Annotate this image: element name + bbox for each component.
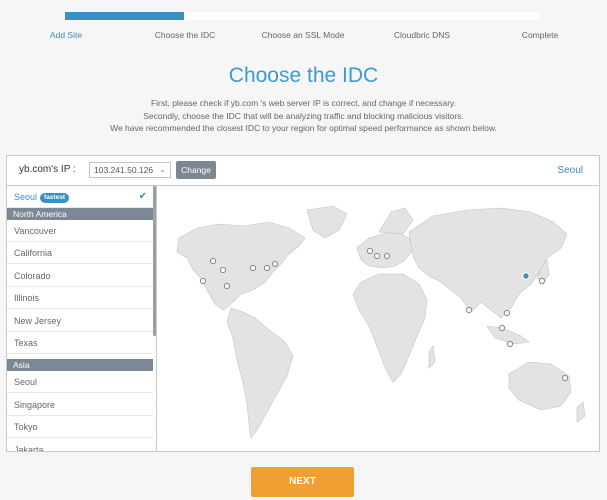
marker-vancouver bbox=[209, 257, 217, 265]
page-title: Choose the IDC bbox=[228, 64, 379, 87]
greenland-shape bbox=[306, 205, 348, 239]
list-item-tokyo[interactable]: Tokyo bbox=[7, 416, 153, 438]
list-item-new-jersey[interactable]: New Jersey bbox=[7, 310, 153, 332]
south-america-shape bbox=[226, 307, 294, 439]
marker-california bbox=[199, 277, 207, 285]
list-item-seoul[interactable]: Seoul bbox=[7, 371, 153, 393]
madagascar-shape bbox=[428, 345, 436, 369]
marker-hongkong bbox=[503, 309, 511, 317]
list-item-label: Seoul bbox=[14, 192, 38, 202]
fastest-badge: fastest bbox=[40, 192, 69, 203]
progress-fill bbox=[65, 12, 184, 20]
step-cloudbric-dns[interactable]: Cloudbric DNS bbox=[394, 30, 450, 40]
marker-london bbox=[366, 247, 374, 255]
desc-line-1: First, please check if yb.com 's web ser… bbox=[150, 98, 457, 108]
list-item-vancouver[interactable]: Vancouver bbox=[7, 220, 153, 242]
group-header-asia: Asia bbox=[7, 359, 153, 371]
marker-illinois bbox=[249, 264, 257, 272]
indonesia-shape bbox=[486, 325, 530, 345]
europe-shape bbox=[356, 231, 414, 269]
ip-label: yb.com's IP : bbox=[19, 164, 76, 175]
panel-header: yb.com's IP : 103.241.50.126 ⌄ Change Se… bbox=[7, 156, 599, 186]
marker-frankfurt bbox=[373, 252, 381, 260]
page-description: First, please check if yb.com 's web ser… bbox=[0, 97, 607, 135]
marker-texas bbox=[223, 282, 231, 290]
asia-shape bbox=[408, 207, 568, 319]
idc-list[interactable]: Seoul fastest ✔ North America Vancouver C… bbox=[7, 186, 157, 451]
world-map bbox=[157, 186, 599, 451]
wizard-steps: Add Site Choose the IDC Choose an SSL Mo… bbox=[0, 30, 607, 44]
list-item-jakarta[interactable]: Jakarta bbox=[7, 439, 153, 451]
marker-singapore bbox=[498, 324, 506, 332]
step-ssl-mode[interactable]: Choose an SSL Mode bbox=[262, 30, 345, 40]
chevron-down-icon: ⌄ bbox=[159, 165, 166, 174]
list-item-singapore[interactable]: Singapore bbox=[7, 394, 153, 416]
progress-bar bbox=[65, 12, 540, 20]
scandinavia-shape bbox=[378, 207, 414, 235]
marker-mumbai bbox=[465, 306, 473, 314]
list-item-colorado[interactable]: Colorado bbox=[7, 265, 153, 287]
ip-select[interactable]: 103.241.50.126 ⌄ bbox=[89, 162, 171, 178]
list-item-texas[interactable]: Texas bbox=[7, 332, 153, 354]
list-scrollbar[interactable] bbox=[153, 186, 156, 336]
list-item-illinois[interactable]: Illinois bbox=[7, 287, 153, 309]
list-item-california[interactable]: California bbox=[7, 242, 153, 264]
list-item-selected[interactable]: Seoul fastest ✔ bbox=[7, 186, 153, 208]
marker-colorado bbox=[219, 266, 227, 274]
idc-panel: yb.com's IP : 103.241.50.126 ⌄ Change Se… bbox=[6, 155, 600, 452]
selected-region: Seoul bbox=[557, 165, 583, 176]
marker-amsterdam bbox=[383, 252, 391, 260]
marker-sydney bbox=[561, 374, 569, 382]
step-choose-idc[interactable]: Choose the IDC bbox=[155, 30, 215, 40]
new-zealand-shape bbox=[576, 401, 586, 423]
desc-line-3: We have recommended the closest IDC to y… bbox=[110, 123, 497, 133]
world-map-svg bbox=[176, 205, 586, 439]
group-header-north-america: North America bbox=[7, 208, 153, 220]
marker-jakarta bbox=[506, 340, 514, 348]
marker-chicago bbox=[263, 264, 271, 272]
marker-new-jersey bbox=[271, 260, 279, 268]
africa-shape bbox=[352, 273, 428, 383]
check-icon: ✔ bbox=[138, 191, 147, 202]
change-button[interactable]: Change bbox=[176, 161, 216, 179]
marker-seoul-active bbox=[522, 272, 530, 280]
north-america-shape bbox=[176, 221, 306, 311]
step-complete[interactable]: Complete bbox=[522, 30, 558, 40]
australia-shape bbox=[508, 361, 572, 411]
next-button[interactable]: NEXT bbox=[251, 467, 354, 497]
desc-line-2: Secondly, choose the IDC that will be an… bbox=[143, 110, 464, 121]
ip-value: 103.241.50.126 bbox=[94, 165, 154, 175]
step-add-site[interactable]: Add Site bbox=[50, 30, 82, 40]
marker-tokyo bbox=[538, 277, 546, 285]
